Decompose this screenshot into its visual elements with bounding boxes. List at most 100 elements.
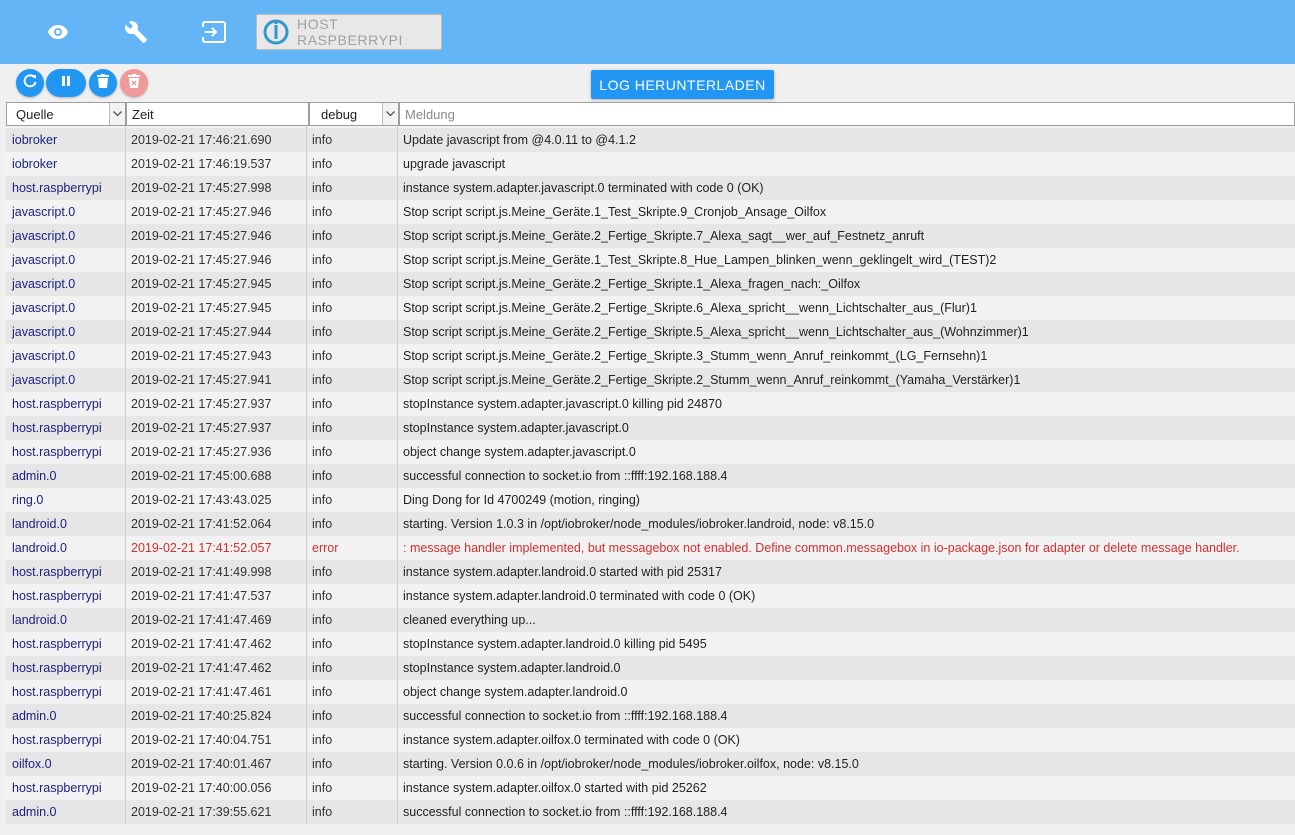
- log-row: javascript.0 2019-02-21 17:45:27.944 info S…: [6, 320, 1295, 344]
- log-source: host.raspberrypi: [6, 416, 126, 440]
- log-severity: info: [307, 152, 398, 176]
- clear-log-button[interactable]: [89, 69, 117, 97]
- log-severity: info: [307, 392, 398, 416]
- log-message: : message handler implemented, but messa…: [403, 541, 1240, 555]
- log-severity: info: [307, 632, 398, 656]
- logout-icon[interactable]: [198, 16, 230, 48]
- log-row: javascript.0 2019-02-21 17:45:27.945 info S…: [6, 296, 1295, 320]
- log-row: oilfox.0 2019-02-21 17:40:01.467 info start…: [6, 752, 1295, 776]
- log-source: admin.0: [6, 704, 126, 728]
- log-message: stopInstance system.adapter.landroid.0 k…: [403, 637, 707, 651]
- log-message: stopInstance system.adapter.javascript.0: [403, 421, 629, 435]
- log-time: 2019-02-21 17:45:27.946: [126, 248, 307, 272]
- log-row: host.raspberrypi 2019-02-21 17:45:27.937 i…: [6, 416, 1295, 440]
- log-time: 2019-02-21 17:41:47.461: [126, 680, 307, 704]
- log-severity: info: [307, 512, 398, 536]
- log-time: 2019-02-21 17:41:47.469: [126, 608, 307, 632]
- log-message: instance system.adapter.landroid.0 start…: [403, 565, 722, 579]
- eye-icon[interactable]: [42, 16, 74, 48]
- log-row: landroid.0 2019-02-21 17:41:52.064 info sta…: [6, 512, 1295, 536]
- host-selector-button[interactable]: HOST RASPBERRYPI: [256, 14, 442, 50]
- log-time: 2019-02-21 17:40:01.467: [126, 752, 307, 776]
- log-source: oilfox.0: [6, 752, 126, 776]
- log-severity: info: [307, 296, 398, 320]
- refresh-button[interactable]: [16, 69, 44, 97]
- download-log-button[interactable]: LOG HERUNTERLADEN: [591, 70, 774, 99]
- log-source: iobroker: [6, 128, 126, 152]
- log-source: host.raspberrypi: [6, 680, 126, 704]
- log-time: 2019-02-21 17:45:27.941: [126, 368, 307, 392]
- log-message: upgrade javascript: [403, 157, 506, 171]
- time-filter-label: Zeit: [132, 106, 154, 122]
- source-filter-select[interactable]: Quelle: [6, 102, 126, 126]
- log-table: iobroker2019-02-21 17:46:22.718infoNPM v…: [6, 114, 1295, 835]
- log-severity: info: [307, 584, 398, 608]
- log-source: admin.0: [6, 464, 126, 488]
- log-message: starting. Version 1.0.3 in /opt/iobroker…: [403, 517, 875, 531]
- log-row: host.raspberrypi 2019-02-21 17:45:27.937 i…: [6, 392, 1295, 416]
- log-time: 2019-02-21 17:45:27.945: [126, 296, 307, 320]
- log-row: javascript.0 2019-02-21 17:45:27.946 info S…: [6, 248, 1295, 272]
- log-message: instance system.adapter.oilfox.0 started…: [403, 781, 707, 795]
- delete-forever-icon: [128, 73, 140, 93]
- pause-icon: [60, 74, 72, 92]
- log-source: host.raspberrypi: [6, 176, 126, 200]
- log-source: javascript.0: [6, 344, 126, 368]
- source-filter-label: Quelle: [16, 106, 54, 122]
- log-message: Stop script script.js.Meine_Geräte.2_Fer…: [403, 301, 977, 315]
- log-severity: info: [307, 368, 398, 392]
- log-severity: info: [307, 608, 398, 632]
- log-row: javascript.0 2019-02-21 17:45:27.941 info S…: [6, 368, 1295, 392]
- chevron-down-icon: [382, 103, 398, 125]
- log-time: 2019-02-21 17:41:47.462: [126, 632, 307, 656]
- log-message: object change system.adapter.landroid.0: [403, 685, 628, 699]
- log-severity: info: [307, 488, 398, 512]
- host-label: HOST RASPBERRYPI: [297, 16, 403, 48]
- log-time: 2019-02-21 17:41:52.064: [126, 512, 307, 536]
- log-message: instance system.adapter.javascript.0 ter…: [403, 181, 764, 195]
- log-source: host.raspberrypi: [6, 392, 126, 416]
- log-severity: info: [307, 344, 398, 368]
- trash-icon: [97, 73, 109, 93]
- log-severity: info: [307, 320, 398, 344]
- log-message: Stop script script.js.Meine_Geräte.2_Fer…: [403, 349, 988, 363]
- log-severity: info: [307, 680, 398, 704]
- log-severity: info: [307, 776, 398, 800]
- log-time: 2019-02-21 17:46:19.537: [126, 152, 307, 176]
- log-severity: error: [307, 536, 398, 560]
- time-filter-input[interactable]: Zeit: [126, 102, 309, 126]
- log-message: instance system.adapter.landroid.0 termi…: [403, 589, 756, 603]
- message-filter-input[interactable]: Meldung: [399, 102, 1295, 126]
- delete-log-file-button[interactable]: [120, 69, 148, 97]
- log-time: 2019-02-21 17:45:27.937: [126, 392, 307, 416]
- log-row: javascript.0 2019-02-21 17:45:27.946 info S…: [6, 224, 1295, 248]
- log-source: javascript.0: [6, 320, 126, 344]
- log-severity: info: [307, 560, 398, 584]
- log-source: landroid.0: [6, 512, 126, 536]
- severity-filter-select[interactable]: debug: [309, 102, 399, 126]
- log-message: Ding Dong for Id 4700249 (motion, ringin…: [403, 493, 640, 507]
- log-row: host.raspberrypi 2019-02-21 17:40:04.751 i…: [6, 728, 1295, 752]
- log-source: host.raspberrypi: [6, 728, 126, 752]
- log-row: host.raspberrypi 2019-02-21 17:41:47.461 i…: [6, 680, 1295, 704]
- log-row: admin.0 2019-02-21 17:45:00.688 info succes…: [6, 464, 1295, 488]
- log-row: host.raspberrypi 2019-02-21 17:40:00.056 i…: [6, 776, 1295, 800]
- log-time: 2019-02-21 17:40:00.056: [126, 776, 307, 800]
- log-row: iobroker 2019-02-21 17:46:21.690 info Updat…: [6, 128, 1295, 152]
- log-message: Update javascript from @4.0.11 to @4.1.2: [403, 133, 636, 147]
- message-filter-placeholder: Meldung: [405, 106, 455, 122]
- wrench-icon[interactable]: [120, 16, 152, 48]
- log-source: javascript.0: [6, 200, 126, 224]
- iobroker-logo-icon: [263, 19, 289, 45]
- log-time: 2019-02-21 17:41:47.462: [126, 656, 307, 680]
- severity-filter-label: debug: [321, 106, 358, 122]
- pause-button[interactable]: [46, 69, 86, 97]
- log-row: host.raspberrypi 2019-02-21 17:41:47.537 i…: [6, 584, 1295, 608]
- log-message: successful connection to socket.io from …: [403, 469, 728, 483]
- log-source: landroid.0: [6, 536, 126, 560]
- log-time: 2019-02-21 17:40:25.824: [126, 704, 307, 728]
- log-time: 2019-02-21 17:41:52.057: [126, 536, 307, 560]
- log-severity: info: [307, 224, 398, 248]
- log-source: host.raspberrypi: [6, 656, 126, 680]
- log-message: Stop script script.js.Meine_Geräte.1_Tes…: [403, 253, 997, 267]
